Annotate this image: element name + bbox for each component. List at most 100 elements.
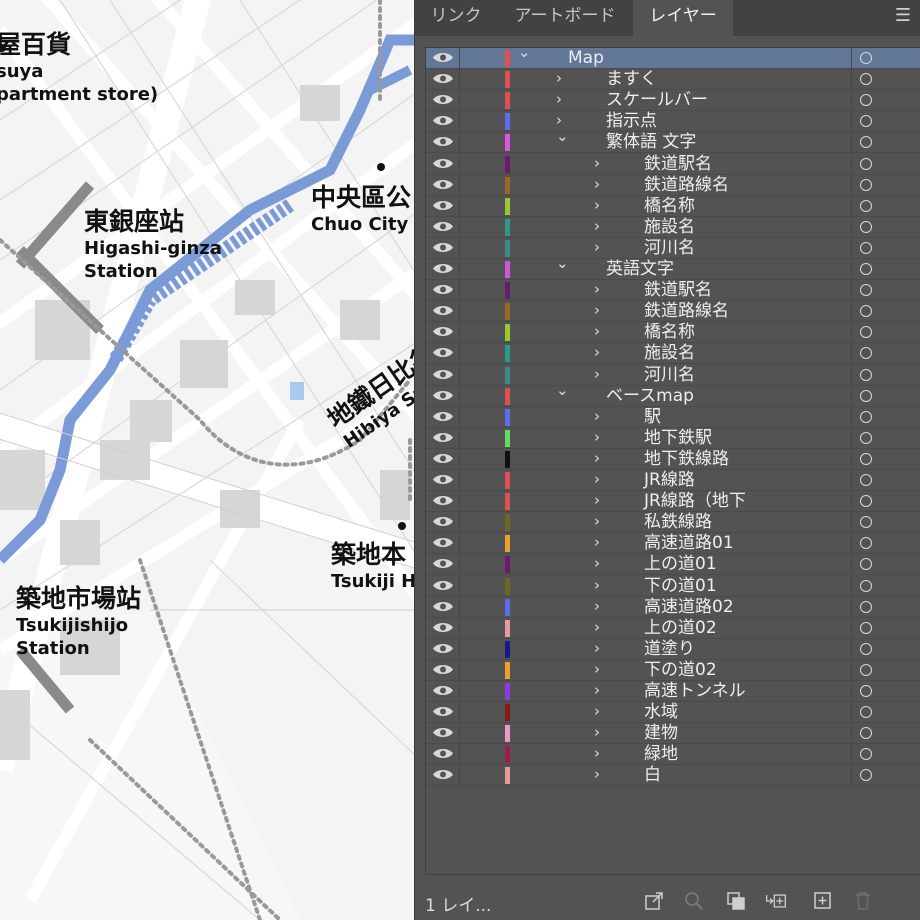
layer-name[interactable]: 駅 (644, 407, 661, 428)
layer-name[interactable]: 高速道路02 (644, 597, 734, 618)
collect-export-icon[interactable] (643, 890, 665, 912)
layer-row[interactable]: › 上の道02 (426, 617, 920, 639)
layer-row[interactable]: › 高速トンネル (426, 681, 920, 702)
chevron-right-icon[interactable]: › (594, 237, 600, 258)
chevron-down-icon[interactable]: ⌄ (518, 48, 531, 63)
chevron-right-icon[interactable]: › (594, 427, 600, 448)
layer-name[interactable]: 繁体語 文字 (606, 132, 696, 153)
target-circle-icon[interactable] (860, 178, 872, 191)
eye-icon[interactable] (432, 599, 454, 614)
chevron-right-icon[interactable]: › (594, 279, 600, 300)
map-canvas[interactable]: 屋百貨 suya partment store) 東銀座站 Higashi-gi… (0, 0, 414, 920)
layer-name[interactable]: 施設名 (644, 343, 695, 364)
layer-name[interactable]: ベースmap (606, 386, 694, 407)
chevron-right-icon[interactable]: › (556, 89, 562, 110)
eye-icon[interactable] (432, 746, 454, 761)
layer-row[interactable]: ⌄ Map (426, 48, 920, 69)
eye-icon[interactable] (432, 71, 454, 86)
layer-name[interactable]: 鉄道駅名 (644, 280, 712, 301)
eye-icon[interactable] (432, 92, 454, 107)
eye-icon[interactable] (432, 472, 454, 487)
chevron-right-icon[interactable]: › (594, 195, 600, 216)
target-circle-icon[interactable] (860, 115, 872, 128)
layer-row[interactable]: ⌄ 繁体語 文字 (426, 127, 920, 154)
chevron-right-icon[interactable]: › (594, 764, 600, 785)
trash-icon[interactable] (852, 890, 874, 912)
target-circle-icon[interactable] (860, 706, 872, 719)
chevron-right-icon[interactable]: › (594, 153, 600, 174)
make-clipping-mask-icon[interactable] (725, 890, 747, 912)
layer-name[interactable]: 私鉄線路 (644, 512, 712, 533)
chevron-right-icon[interactable]: › (594, 553, 600, 574)
chevron-right-icon[interactable]: › (594, 300, 600, 321)
layer-name[interactable]: 鉄道駅名 (644, 154, 712, 175)
target-circle-icon[interactable] (860, 579, 872, 592)
target-circle-icon[interactable] (860, 663, 872, 676)
chevron-right-icon[interactable]: › (594, 743, 600, 764)
target-circle-icon[interactable] (860, 685, 872, 697)
target-circle-icon[interactable] (860, 220, 872, 233)
search-icon[interactable] (683, 890, 705, 912)
chevron-right-icon[interactable]: › (594, 448, 600, 469)
layer-row[interactable]: › ますく (426, 69, 920, 91)
layer-row[interactable]: ⌄ ベースmap (426, 381, 920, 407)
layer-row[interactable]: › 鉄道駅名 (426, 153, 920, 175)
layer-name[interactable]: 地下鉄駅 (644, 428, 712, 449)
chevron-right-icon[interactable]: › (594, 680, 600, 701)
layer-row[interactable]: › 緑地 (426, 743, 920, 766)
eye-icon[interactable] (432, 725, 454, 740)
chevron-right-icon[interactable]: › (594, 701, 600, 722)
chevron-down-icon[interactable]: ⌄ (556, 380, 569, 401)
layer-row[interactable]: › 建物 (426, 722, 920, 745)
eye-icon[interactable] (432, 219, 454, 234)
chevron-right-icon[interactable]: › (594, 659, 600, 680)
chevron-down-icon[interactable]: ⌄ (556, 126, 569, 147)
eye-icon[interactable] (432, 113, 454, 128)
target-circle-icon[interactable] (860, 94, 872, 107)
layer-row[interactable]: › 上の道01 (426, 553, 920, 576)
chevron-right-icon[interactable]: › (594, 216, 600, 237)
target-circle-icon[interactable] (860, 284, 872, 297)
target-circle-icon[interactable] (860, 326, 872, 339)
target-circle-icon[interactable] (860, 136, 872, 149)
layer-row[interactable]: › 施設名 (426, 343, 920, 365)
target-circle-icon[interactable] (860, 537, 872, 550)
layer-row[interactable]: › 白 (426, 764, 920, 787)
target-circle-icon[interactable] (860, 558, 872, 571)
layer-name[interactable]: 橋名称 (644, 322, 695, 343)
target-circle-icon[interactable] (860, 452, 872, 465)
chevron-down-icon[interactable]: ⌄ (556, 253, 569, 274)
eye-icon[interactable] (432, 345, 454, 360)
layer-name[interactable]: 橋名称 (644, 196, 695, 217)
target-circle-icon[interactable] (860, 199, 872, 212)
layer-row[interactable]: › 水域 (426, 701, 920, 724)
target-circle-icon[interactable] (860, 642, 872, 655)
target-circle-icon[interactable] (860, 410, 872, 423)
layer-name[interactable]: 河川名 (644, 238, 695, 259)
layer-row[interactable]: › 鉄道路線名 (426, 300, 920, 323)
chevron-right-icon[interactable]: › (594, 364, 600, 385)
chevron-right-icon[interactable]: › (594, 617, 600, 638)
layer-name[interactable]: 鉄道路線名 (644, 301, 729, 322)
chevron-right-icon[interactable]: › (594, 722, 600, 743)
chevron-right-icon[interactable]: › (594, 575, 600, 596)
layer-name[interactable]: 鉄道路線名 (644, 175, 729, 196)
eye-icon[interactable] (432, 535, 454, 550)
target-circle-icon[interactable] (860, 73, 872, 86)
layer-name[interactable]: 上の道01 (644, 554, 717, 575)
eye-icon[interactable] (432, 767, 454, 782)
eye-icon[interactable] (432, 662, 454, 677)
layer-row[interactable]: › 高速道路02 (426, 596, 920, 618)
hamburger-icon[interactable]: ☰ (895, 5, 911, 26)
eye-icon[interactable] (432, 367, 454, 382)
new-layer-icon[interactable] (812, 890, 834, 912)
eye-icon[interactable] (432, 409, 454, 424)
layer-row[interactable]: › 鉄道駅名 (426, 279, 920, 302)
tab-layers[interactable]: レイヤー (633, 0, 733, 36)
target-circle-icon[interactable] (860, 389, 872, 402)
eye-icon[interactable] (432, 240, 454, 255)
layer-row[interactable]: › 道塗り (426, 638, 920, 660)
layer-name[interactable]: 水域 (644, 702, 678, 723)
layer-name[interactable]: 河川名 (644, 365, 695, 386)
target-circle-icon[interactable] (860, 516, 872, 529)
